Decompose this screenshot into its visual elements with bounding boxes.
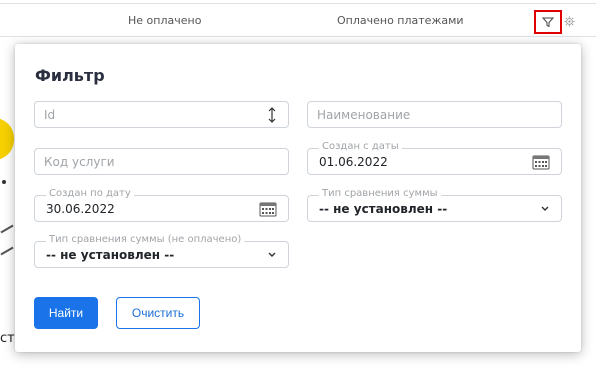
amount-compare-unpaid-label: Тип сравнения суммы (не оплачено): [46, 234, 245, 245]
column-header-paid[interactable]: Оплачено платежами: [337, 14, 464, 27]
sort-arrows-icon[interactable]: [267, 107, 277, 123]
page: Не оплачено Оплачено платежами ст Фильтр…: [0, 0, 596, 371]
created-from-date-field[interactable]: Создан с даты 01.06.2022: [307, 141, 562, 175]
created-from-value: 01.06.2022: [319, 155, 388, 169]
background-fragment: [2, 180, 6, 184]
created-to-date-field[interactable]: Создан по дату 30.06.2022: [34, 188, 289, 222]
gear-icon[interactable]: [564, 16, 575, 27]
table-header: Не оплачено Оплачено платежами: [0, 3, 596, 37]
amount-compare-unpaid-select[interactable]: Тип сравнения суммы (не оплачено) -- не …: [34, 234, 289, 268]
find-button[interactable]: Найти: [34, 297, 98, 329]
name-placeholder: Наименование: [317, 108, 411, 122]
modal-title: Фильтр: [35, 66, 105, 85]
amount-compare-unpaid-value: -- не установлен --: [46, 248, 175, 262]
created-to-label: Создан по дату: [46, 188, 134, 199]
name-field[interactable]: Наименование: [307, 101, 562, 128]
filter-toggle-button[interactable]: [534, 10, 562, 34]
filter-modal: Фильтр Id Наименование Код услуги Создан…: [15, 44, 581, 352]
created-from-label: Создан с даты: [319, 141, 402, 152]
filter-icon: [542, 17, 554, 28]
background-text-fragment: ст: [0, 331, 15, 346]
amount-compare-select[interactable]: Тип сравнения суммы -- не установлен --: [307, 188, 562, 222]
service-code-placeholder: Код услуги: [44, 155, 115, 169]
background-fragment: [0, 224, 14, 234]
background-logo-fragment: [0, 118, 14, 160]
id-placeholder: Id: [44, 108, 56, 122]
id-field[interactable]: Id: [34, 101, 289, 128]
created-to-value: 30.06.2022: [46, 202, 115, 216]
background-fragment: [0, 246, 14, 256]
clear-button[interactable]: Очистить: [116, 297, 200, 329]
calendar-icon[interactable]: [259, 201, 277, 217]
service-code-field[interactable]: Код услуги: [34, 148, 289, 175]
chevron-down-icon: [541, 206, 549, 211]
amount-compare-value: -- не установлен --: [319, 202, 448, 216]
column-header-unpaid[interactable]: Не оплачено: [128, 14, 201, 27]
chevron-down-icon: [268, 252, 276, 257]
calendar-icon[interactable]: [532, 154, 550, 170]
amount-compare-label: Тип сравнения суммы: [319, 188, 441, 199]
